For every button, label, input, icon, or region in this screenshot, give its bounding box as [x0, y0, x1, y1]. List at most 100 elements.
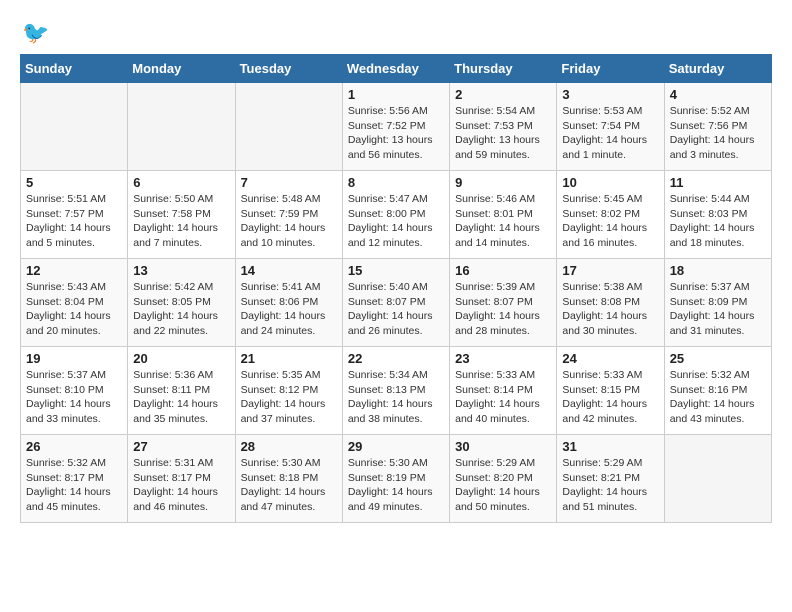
- day-number: 31: [562, 439, 658, 454]
- day-detail: Sunrise: 5:37 AM Sunset: 8:09 PM Dayligh…: [670, 280, 766, 339]
- day-detail: Sunrise: 5:56 AM Sunset: 7:52 PM Dayligh…: [348, 104, 444, 163]
- day-detail: Sunrise: 5:33 AM Sunset: 8:14 PM Dayligh…: [455, 368, 551, 427]
- calendar-cell: 21 Sunrise: 5:35 AM Sunset: 8:12 PM Dayli…: [235, 347, 342, 435]
- day-number: 9: [455, 175, 551, 190]
- day-number: 19: [26, 351, 122, 366]
- calendar-cell: 16 Sunrise: 5:39 AM Sunset: 8:07 PM Dayli…: [450, 259, 557, 347]
- calendar-cell: 7 Sunrise: 5:48 AM Sunset: 7:59 PM Daylig…: [235, 171, 342, 259]
- calendar-cell: 2 Sunrise: 5:54 AM Sunset: 7:53 PM Daylig…: [450, 83, 557, 171]
- day-detail: Sunrise: 5:36 AM Sunset: 8:11 PM Dayligh…: [133, 368, 229, 427]
- calendar-table: SundayMondayTuesdayWednesdayThursdayFrid…: [20, 54, 772, 523]
- day-detail: Sunrise: 5:50 AM Sunset: 7:58 PM Dayligh…: [133, 192, 229, 251]
- weekday-header-wednesday: Wednesday: [342, 55, 449, 83]
- day-number: 6: [133, 175, 229, 190]
- day-number: 10: [562, 175, 658, 190]
- calendar-cell: 17 Sunrise: 5:38 AM Sunset: 8:08 PM Dayli…: [557, 259, 664, 347]
- day-detail: Sunrise: 5:46 AM Sunset: 8:01 PM Dayligh…: [455, 192, 551, 251]
- calendar-week-5: 26 Sunrise: 5:32 AM Sunset: 8:17 PM Dayli…: [21, 435, 772, 523]
- weekday-header-friday: Friday: [557, 55, 664, 83]
- calendar-cell: 6 Sunrise: 5:50 AM Sunset: 7:58 PM Daylig…: [128, 171, 235, 259]
- day-number: 11: [670, 175, 766, 190]
- day-number: 8: [348, 175, 444, 190]
- calendar-cell: [235, 83, 342, 171]
- logo-bird-icon: 🐦: [22, 20, 49, 46]
- day-detail: Sunrise: 5:37 AM Sunset: 8:10 PM Dayligh…: [26, 368, 122, 427]
- calendar-cell: 3 Sunrise: 5:53 AM Sunset: 7:54 PM Daylig…: [557, 83, 664, 171]
- calendar-cell: 19 Sunrise: 5:37 AM Sunset: 8:10 PM Dayli…: [21, 347, 128, 435]
- day-number: 7: [241, 175, 337, 190]
- day-detail: Sunrise: 5:44 AM Sunset: 8:03 PM Dayligh…: [670, 192, 766, 251]
- day-number: 2: [455, 87, 551, 102]
- day-detail: Sunrise: 5:43 AM Sunset: 8:04 PM Dayligh…: [26, 280, 122, 339]
- day-detail: Sunrise: 5:42 AM Sunset: 8:05 PM Dayligh…: [133, 280, 229, 339]
- calendar-cell: 24Sunrise: 5:33 AM Sunset: 8:15 PM Dayli…: [557, 347, 664, 435]
- calendar-cell: 28 Sunrise: 5:30 AM Sunset: 8:18 PM Dayli…: [235, 435, 342, 523]
- calendar-cell: 1 Sunrise: 5:56 AM Sunset: 7:52 PM Daylig…: [342, 83, 449, 171]
- calendar-week-2: 5 Sunrise: 5:51 AM Sunset: 7:57 PM Daylig…: [21, 171, 772, 259]
- day-number: 3: [562, 87, 658, 102]
- day-number: 28: [241, 439, 337, 454]
- day-number: 17: [562, 263, 658, 278]
- day-number: 5: [26, 175, 122, 190]
- weekday-header-saturday: Saturday: [664, 55, 771, 83]
- day-detail: Sunrise: 5:34 AM Sunset: 8:13 PM Dayligh…: [348, 368, 444, 427]
- calendar-cell: 11 Sunrise: 5:44 AM Sunset: 8:03 PM Dayli…: [664, 171, 771, 259]
- calendar-cell: 18 Sunrise: 5:37 AM Sunset: 8:09 PM Dayli…: [664, 259, 771, 347]
- day-detail: Sunrise: 5:39 AM Sunset: 8:07 PM Dayligh…: [455, 280, 551, 339]
- day-number: 4: [670, 87, 766, 102]
- calendar-cell: 26 Sunrise: 5:32 AM Sunset: 8:17 PM Dayli…: [21, 435, 128, 523]
- calendar-cell: [664, 435, 771, 523]
- calendar-cell: 13 Sunrise: 5:42 AM Sunset: 8:05 PM Dayli…: [128, 259, 235, 347]
- day-number: 30: [455, 439, 551, 454]
- day-detail: Sunrise: 5:45 AM Sunset: 8:02 PM Dayligh…: [562, 192, 658, 251]
- day-number: 14: [241, 263, 337, 278]
- calendar-cell: 15 Sunrise: 5:40 AM Sunset: 8:07 PM Dayli…: [342, 259, 449, 347]
- calendar-week-3: 12Sunrise: 5:43 AM Sunset: 8:04 PM Dayli…: [21, 259, 772, 347]
- day-number: 23: [455, 351, 551, 366]
- day-detail: Sunrise: 5:52 AM Sunset: 7:56 PM Dayligh…: [670, 104, 766, 163]
- calendar-cell: 5 Sunrise: 5:51 AM Sunset: 7:57 PM Daylig…: [21, 171, 128, 259]
- calendar-week-1: 1 Sunrise: 5:56 AM Sunset: 7:52 PM Daylig…: [21, 83, 772, 171]
- calendar-cell: 31Sunrise: 5:29 AM Sunset: 8:21 PM Dayli…: [557, 435, 664, 523]
- day-detail: Sunrise: 5:47 AM Sunset: 8:00 PM Dayligh…: [348, 192, 444, 251]
- day-number: 18: [670, 263, 766, 278]
- weekday-header-sunday: Sunday: [21, 55, 128, 83]
- day-detail: Sunrise: 5:30 AM Sunset: 8:19 PM Dayligh…: [348, 456, 444, 515]
- day-detail: Sunrise: 5:53 AM Sunset: 7:54 PM Dayligh…: [562, 104, 658, 163]
- day-number: 25: [670, 351, 766, 366]
- day-detail: Sunrise: 5:30 AM Sunset: 8:18 PM Dayligh…: [241, 456, 337, 515]
- day-number: 29: [348, 439, 444, 454]
- day-detail: Sunrise: 5:40 AM Sunset: 8:07 PM Dayligh…: [348, 280, 444, 339]
- calendar-cell: 27Sunrise: 5:31 AM Sunset: 8:17 PM Dayli…: [128, 435, 235, 523]
- weekday-header-monday: Monday: [128, 55, 235, 83]
- weekday-header-thursday: Thursday: [450, 55, 557, 83]
- day-number: 21: [241, 351, 337, 366]
- calendar-cell: 23 Sunrise: 5:33 AM Sunset: 8:14 PM Dayli…: [450, 347, 557, 435]
- day-number: 26: [26, 439, 122, 454]
- calendar-cell: 12Sunrise: 5:43 AM Sunset: 8:04 PM Dayli…: [21, 259, 128, 347]
- calendar-cell: 25Sunrise: 5:32 AM Sunset: 8:16 PM Dayli…: [664, 347, 771, 435]
- day-detail: Sunrise: 5:51 AM Sunset: 7:57 PM Dayligh…: [26, 192, 122, 251]
- calendar-cell: 4 Sunrise: 5:52 AM Sunset: 7:56 PM Daylig…: [664, 83, 771, 171]
- page-header: 🐦: [20, 20, 772, 46]
- day-number: 15: [348, 263, 444, 278]
- day-detail: Sunrise: 5:31 AM Sunset: 8:17 PM Dayligh…: [133, 456, 229, 515]
- day-detail: Sunrise: 5:38 AM Sunset: 8:08 PM Dayligh…: [562, 280, 658, 339]
- day-detail: Sunrise: 5:41 AM Sunset: 8:06 PM Dayligh…: [241, 280, 337, 339]
- calendar-week-4: 19 Sunrise: 5:37 AM Sunset: 8:10 PM Dayli…: [21, 347, 772, 435]
- calendar-cell: 22Sunrise: 5:34 AM Sunset: 8:13 PM Dayli…: [342, 347, 449, 435]
- day-detail: Sunrise: 5:32 AM Sunset: 8:17 PM Dayligh…: [26, 456, 122, 515]
- calendar-cell: 30 Sunrise: 5:29 AM Sunset: 8:20 PM Dayli…: [450, 435, 557, 523]
- calendar-cell: 20Sunrise: 5:36 AM Sunset: 8:11 PM Dayli…: [128, 347, 235, 435]
- day-detail: Sunrise: 5:35 AM Sunset: 8:12 PM Dayligh…: [241, 368, 337, 427]
- day-detail: Sunrise: 5:29 AM Sunset: 8:20 PM Dayligh…: [455, 456, 551, 515]
- day-number: 24: [562, 351, 658, 366]
- day-detail: Sunrise: 5:54 AM Sunset: 7:53 PM Dayligh…: [455, 104, 551, 163]
- day-number: 13: [133, 263, 229, 278]
- day-number: 16: [455, 263, 551, 278]
- day-detail: Sunrise: 5:48 AM Sunset: 7:59 PM Dayligh…: [241, 192, 337, 251]
- calendar-cell: 29 Sunrise: 5:30 AM Sunset: 8:19 PM Dayli…: [342, 435, 449, 523]
- day-number: 1: [348, 87, 444, 102]
- calendar-cell: 14 Sunrise: 5:41 AM Sunset: 8:06 PM Dayli…: [235, 259, 342, 347]
- calendar-cell: 10 Sunrise: 5:45 AM Sunset: 8:02 PM Dayli…: [557, 171, 664, 259]
